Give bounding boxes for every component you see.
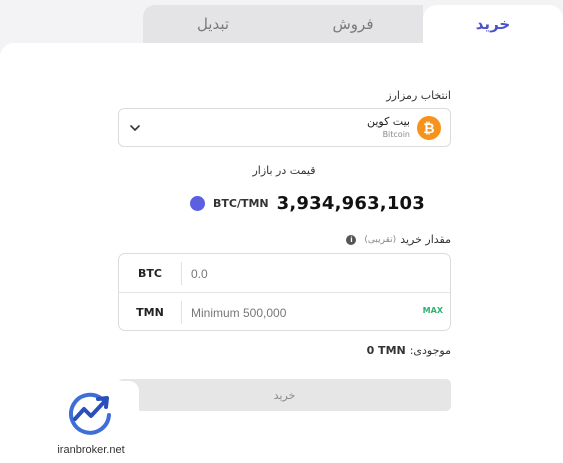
watermark: iranbroker.net bbox=[43, 381, 139, 463]
balance-value: 0 TMN bbox=[366, 344, 406, 357]
coin-name: بیت کوین bbox=[366, 115, 410, 128]
amount-box: BTC TMN MAX bbox=[118, 253, 451, 331]
divider bbox=[181, 301, 182, 324]
crypto-select-label: انتخاب رمزارز bbox=[386, 89, 451, 102]
iranbroker-logo-icon bbox=[69, 392, 111, 435]
amount-label: مقدار خرید (تقریبی) i bbox=[346, 233, 451, 246]
btc-amount-row: BTC bbox=[119, 254, 450, 293]
market-price-row: BTC/TMN 3,934,963,103 bbox=[190, 191, 425, 215]
tab-sell[interactable]: فروش bbox=[283, 5, 423, 43]
btc-unit-label: BTC bbox=[138, 266, 162, 280]
watermark-text: iranbroker.net bbox=[57, 444, 125, 456]
tmn-amount-input[interactable] bbox=[191, 302, 391, 323]
price-dot-icon bbox=[190, 195, 205, 211]
info-icon[interactable]: i bbox=[346, 234, 357, 245]
crypto-select[interactable]: ₿ بیت کوین Bitcoin bbox=[118, 108, 451, 147]
amount-label-text: مقدار خرید bbox=[400, 233, 451, 246]
chevron-down-icon bbox=[130, 125, 140, 131]
amount-hint: (تقریبی) bbox=[364, 234, 397, 245]
trading-pair: BTC/TMN bbox=[213, 196, 269, 210]
bitcoin-icon: ₿ bbox=[417, 116, 441, 140]
balance: موجودی: 0 TMN bbox=[367, 344, 451, 357]
balance-label: موجودی: bbox=[409, 344, 451, 357]
btc-amount-input[interactable] bbox=[191, 263, 391, 284]
market-price-label: قیمت در بازار bbox=[252, 164, 316, 177]
max-button[interactable]: MAX bbox=[423, 306, 443, 315]
divider bbox=[181, 262, 182, 285]
market-price: 3,934,963,103 bbox=[276, 192, 425, 214]
coin-subtitle: Bitcoin bbox=[382, 130, 410, 139]
tab-buy[interactable]: خرید bbox=[423, 5, 563, 43]
tmn-unit-label: TMN bbox=[136, 306, 164, 319]
tab-bar: تبدیل فروش خرید bbox=[143, 5, 563, 43]
buy-button[interactable]: خرید bbox=[118, 379, 451, 411]
tmn-amount-row: TMN MAX bbox=[119, 293, 450, 332]
tab-convert[interactable]: تبدیل bbox=[143, 5, 283, 43]
